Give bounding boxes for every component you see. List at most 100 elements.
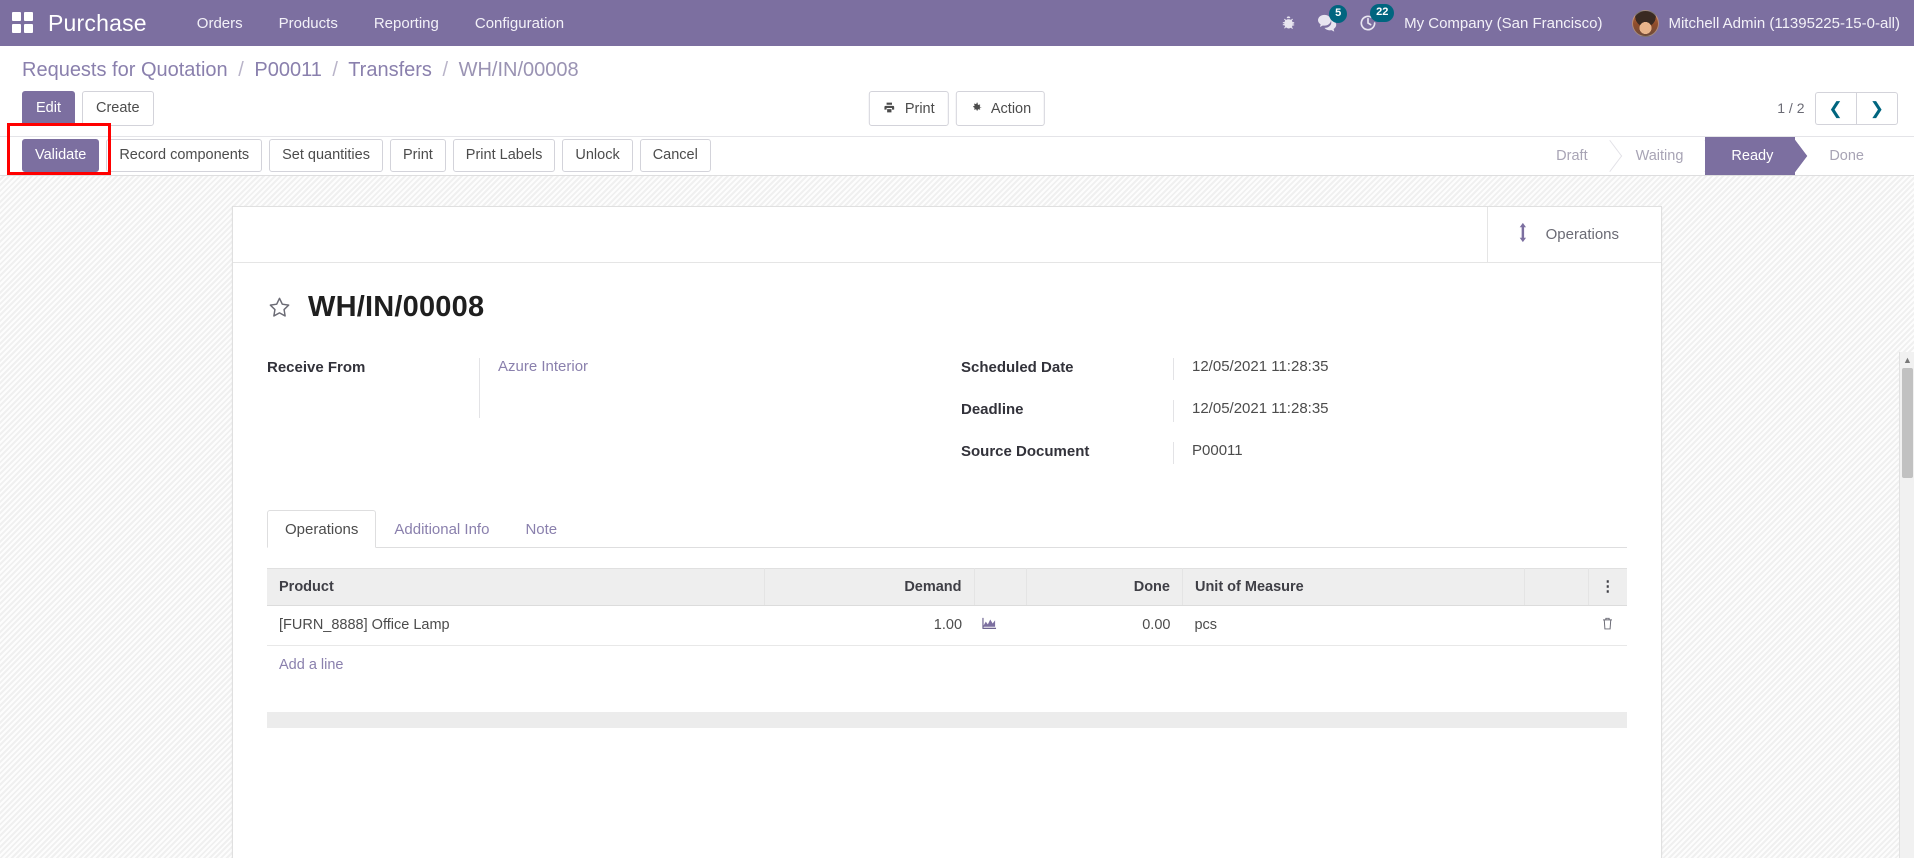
vertical-dots-icon: ⋮ xyxy=(1600,578,1616,595)
field-source-document-label: Source Document xyxy=(961,442,1090,460)
pager-value: 1 / 2 xyxy=(1777,100,1805,117)
action-dropdown-button[interactable]: Action xyxy=(955,90,1046,126)
tab-note[interactable]: Note xyxy=(507,510,575,548)
sheet-bottom-space xyxy=(267,728,1627,846)
column-options-button[interactable]: ⋮ xyxy=(1588,567,1627,606)
add-a-line-button[interactable]: Add a line xyxy=(267,646,356,673)
table-footer-strip xyxy=(267,711,1627,728)
menu-orders[interactable]: Orders xyxy=(183,9,257,38)
status-stage-ready[interactable]: Ready xyxy=(1705,136,1796,175)
status-pipeline: Draft Waiting Ready Done xyxy=(1530,136,1914,175)
vertical-scrollbar[interactable]: ▲ xyxy=(1899,351,1914,858)
fields-right-column: Scheduled Date 12/05/2021 11:28:35 Deadl… xyxy=(947,357,1627,484)
scrollbar-thumb[interactable] xyxy=(1902,367,1913,478)
cancel-button[interactable]: Cancel xyxy=(639,139,711,172)
lines-table-body: [FURN_8888] Office Lamp 1.00 0.00 pcs xyxy=(267,605,1627,646)
scroll-up-arrow-icon[interactable]: ▲ xyxy=(1900,352,1914,368)
status-stage-done[interactable]: Done xyxy=(1795,137,1886,175)
field-receive-from-value-wrapper: Azure Interior xyxy=(479,357,947,418)
table-bottom-gap xyxy=(267,674,1627,712)
column-header-spacer xyxy=(1524,567,1589,606)
column-header-product: Product xyxy=(267,567,765,606)
field-source-document-value[interactable]: P00011 xyxy=(1173,441,1627,464)
control-panel: Edit Create Print Action 1 / 2 ❮ ❯ xyxy=(0,90,1914,136)
field-receive-from-value[interactable]: Azure Interior xyxy=(498,358,588,375)
print-labels-button[interactable]: Print Labels xyxy=(452,139,556,172)
printer-icon xyxy=(883,101,905,117)
record-components-button[interactable]: Record components xyxy=(106,139,263,172)
menu-reporting[interactable]: Reporting xyxy=(360,9,453,38)
chevron-right-icon: ❯ xyxy=(1869,98,1884,118)
cell-unit-of-measure[interactable]: pcs xyxy=(1182,605,1525,646)
status-stage-waiting[interactable]: Waiting xyxy=(1610,137,1706,175)
unlock-button[interactable]: Unlock xyxy=(562,139,633,172)
trash-icon xyxy=(1601,617,1614,635)
breadcrumb-item-p00011[interactable]: P00011 xyxy=(254,59,321,81)
breadcrumb-separator: / xyxy=(332,59,338,81)
title-row: WH/IN/00008 xyxy=(267,281,1627,332)
field-deadline-value[interactable]: 12/05/2021 11:28:35 xyxy=(1173,399,1627,422)
field-deadline: Deadline 12/05/2021 11:28:35 xyxy=(961,399,1627,424)
company-selector[interactable]: My Company (San Francisco) xyxy=(1404,15,1602,32)
delete-line-button[interactable] xyxy=(1588,605,1627,646)
smart-button-operations-label: Operations xyxy=(1545,225,1619,243)
activities-clock-icon[interactable]: 22 xyxy=(1358,4,1395,33)
cell-demand[interactable]: 1.00 xyxy=(764,605,975,646)
user-menu[interactable]: Mitchell Admin (11395225-15-0-all) xyxy=(1632,9,1900,37)
field-scheduled-date-value[interactable]: 12/05/2021 11:28:35 xyxy=(1173,357,1627,380)
breadcrumb-item-requests-for-quotation[interactable]: Requests for Quotation xyxy=(22,59,228,81)
validate-button[interactable]: Validate xyxy=(22,139,100,172)
operations-lines-table: Product Demand Done Unit of Measure ⋮ [F… xyxy=(267,567,1627,646)
fields-grid: Receive From Azure Interior Scheduled Da… xyxy=(267,332,1627,484)
cell-product[interactable]: [FURN_8888] Office Lamp xyxy=(267,605,765,646)
table-row[interactable]: [FURN_8888] Office Lamp 1.00 0.00 pcs xyxy=(267,605,1627,646)
statusbar-buttons: Validate Record components Set quantitie… xyxy=(0,123,711,176)
content-area: ▲ Operations WH/IN/00008 Receive From Az… xyxy=(0,176,1914,858)
tab-additional-info[interactable]: Additional Info xyxy=(376,510,507,548)
fields-left-column: Receive From Azure Interior xyxy=(267,357,947,484)
forecast-chart-icon[interactable] xyxy=(974,605,1027,646)
chevron-left-icon: ❮ xyxy=(1828,98,1843,118)
systray: 5 22 xyxy=(1280,4,1395,33)
page-title: WH/IN/00008 xyxy=(308,290,485,323)
menu-configuration[interactable]: Configuration xyxy=(461,9,578,38)
print-button[interactable]: Print xyxy=(389,139,446,172)
status-stage-draft[interactable]: Draft xyxy=(1530,137,1609,175)
action-label: Action xyxy=(990,100,1032,117)
statusbar: Validate Record components Set quantitie… xyxy=(0,123,1914,176)
app-brand-purchase[interactable]: Purchase xyxy=(48,10,147,37)
notebook-tabs: Operations Additional Info Note xyxy=(267,509,1627,548)
apps-grid-icon[interactable] xyxy=(12,12,34,34)
set-quantities-button[interactable]: Set quantities xyxy=(269,139,383,172)
smart-button-box: Operations xyxy=(233,206,1661,263)
breadcrumb-separator: / xyxy=(442,59,449,81)
messages-icon[interactable]: 5 xyxy=(1317,4,1348,33)
column-header-done: Done xyxy=(1026,567,1183,606)
create-button[interactable]: Create xyxy=(82,91,154,126)
cell-done[interactable]: 0.00 xyxy=(1026,605,1183,646)
field-receive-from-label: Receive From xyxy=(267,358,366,376)
menu-products[interactable]: Products xyxy=(265,9,352,38)
control-panel-left: Edit Create xyxy=(22,91,154,126)
edit-button[interactable]: Edit xyxy=(22,91,75,126)
breadcrumb: Requests for Quotation / P00011 / Transf… xyxy=(0,46,1914,91)
bug-icon[interactable] xyxy=(1280,15,1297,32)
field-deadline-label: Deadline xyxy=(961,400,1024,418)
validate-button-wrapper: Validate xyxy=(7,123,111,176)
avatar xyxy=(1632,9,1660,37)
lines-header-row: Product Demand Done Unit of Measure ⋮ xyxy=(267,567,1627,606)
pager-next-button[interactable]: ❯ xyxy=(1855,91,1898,125)
exchange-vertical-icon xyxy=(1518,222,1533,247)
pager-previous-button[interactable]: ❮ xyxy=(1814,91,1856,125)
print-label: Print xyxy=(904,100,935,117)
print-dropdown-button[interactable]: Print xyxy=(868,90,949,126)
star-outline-icon[interactable] xyxy=(267,295,292,320)
field-source-document: Source Document P00011 xyxy=(961,441,1627,466)
messages-badge: 5 xyxy=(1329,4,1348,23)
field-receive-from: Receive From Azure Interior xyxy=(267,357,947,418)
column-header-unit-of-measure: Unit of Measure xyxy=(1182,567,1525,606)
tab-operations[interactable]: Operations xyxy=(267,509,377,548)
smart-button-operations[interactable]: Operations xyxy=(1486,206,1661,262)
breadcrumb-item-transfers[interactable]: Transfers xyxy=(348,59,432,81)
lines-table-head: Product Demand Done Unit of Measure ⋮ xyxy=(267,567,1627,606)
